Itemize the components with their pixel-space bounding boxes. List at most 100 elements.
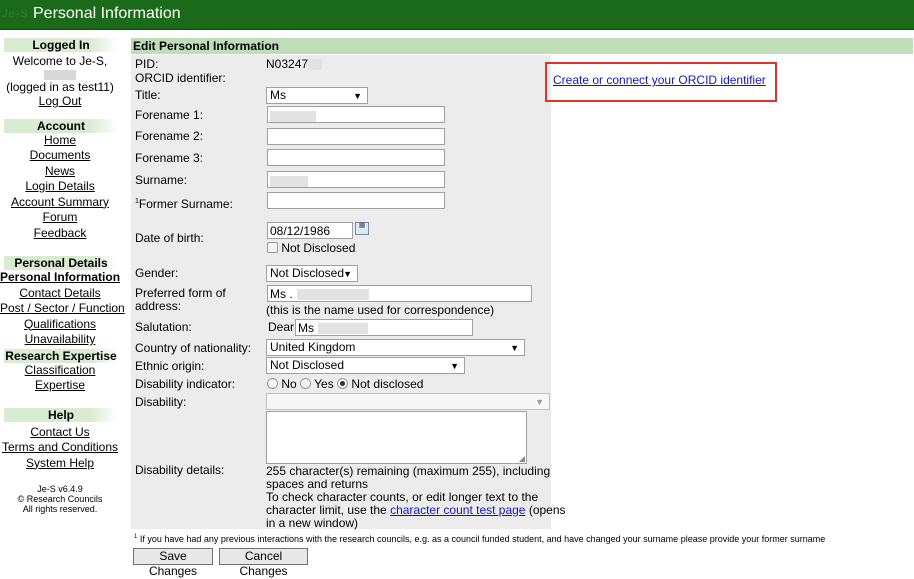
sidebar-item-documents[interactable]: Documents [0, 148, 120, 164]
resize-handle-icon[interactable]: ◢ [519, 454, 525, 463]
salutation-prefix: Dear [268, 320, 295, 334]
sidebar-item-personal-information[interactable]: Personal Information [0, 270, 120, 286]
character-count-test-link[interactable]: character count test page [390, 503, 525, 517]
dob-field-value: 08/12/1986 [270, 224, 331, 238]
sidebar-item-system-help[interactable]: System Help [0, 456, 120, 472]
disability-details-textarea[interactable]: ◢ [266, 411, 527, 464]
gender-select[interactable]: Not Disclosed ▼ [266, 265, 358, 282]
radio-not-disclosed-label: Not disclosed [351, 377, 424, 391]
help-heading: Help [4, 407, 118, 422]
disability-details-label: Disability details: [135, 463, 225, 477]
sidebar-item-home[interactable]: Home [0, 133, 120, 149]
dob-not-disclosed: Not Disclosed [267, 242, 355, 255]
edit-personal-information-heading: Edit Personal Information [131, 38, 913, 54]
surname-field[interactable] [267, 171, 445, 188]
sidebar-item-terms-and-conditions[interactable]: Terms and Conditions [0, 440, 120, 456]
nationality-select[interactable]: United Kingdom ▼ [266, 339, 525, 356]
chevron-down-icon: ▼ [450, 361, 459, 371]
sidebar-item-account-summary[interactable]: Account Summary [0, 195, 120, 211]
radio-no[interactable] [267, 378, 278, 389]
sidebar-item-contact-us[interactable]: Contact Us [0, 425, 120, 441]
radio-no-label: No [281, 377, 297, 391]
forename3-field[interactable] [267, 149, 445, 166]
chevron-down-icon: ▼ [343, 269, 352, 279]
preferred-address-field[interactable]: Ms . [267, 285, 532, 302]
ethnic-select-value: Not Disclosed [270, 358, 345, 372]
sidebar-item-qualifications[interactable]: Qualifications [0, 317, 120, 333]
redacted-salutation [318, 323, 368, 335]
address-note: (this is the name used for correspondenc… [266, 303, 495, 317]
account-heading: Account [4, 118, 118, 133]
nationality-select-value: United Kingdom [270, 340, 356, 354]
logged-as-text: (logged in as test11) [6, 80, 114, 94]
forename2-field[interactable] [267, 128, 445, 145]
forename1-field[interactable] [267, 106, 445, 123]
gender-select-value: Not Disclosed [270, 266, 345, 280]
redacted-surname [270, 175, 308, 187]
chevron-down-icon: ▼ [535, 397, 544, 407]
personal-details-heading: Personal Details [4, 256, 118, 270]
gender-label: Gender: [135, 266, 179, 280]
pid-value: N03247 [266, 57, 323, 71]
forename3-label: Forename 3: [135, 151, 204, 165]
radio-not-disclosed[interactable] [337, 378, 349, 389]
cancel-changes-button[interactable]: Cancel Changes [219, 548, 308, 578]
title-select[interactable]: Ms ▼ [266, 87, 368, 104]
salutation-value: Ms [298, 321, 314, 335]
ethnic-select[interactable]: Not Disclosed ▼ [266, 357, 465, 374]
salutation-field[interactable]: Ms [295, 319, 473, 336]
check-text-line3: in a new window) [266, 516, 359, 530]
redacted-name [44, 69, 76, 80]
sidebar-item-news[interactable]: News [0, 164, 120, 180]
sidebar-item-post-sector-function[interactable]: Post / Sector / Function [0, 301, 125, 317]
forename2-label: Forename 2: [135, 129, 204, 143]
footnote-text: If you have had any previous interaction… [139, 534, 826, 544]
radio-yes[interactable] [300, 378, 312, 389]
logout-link[interactable]: Log Out [0, 94, 120, 110]
calendar-icon[interactable]: ▦ [355, 222, 369, 235]
je-s-logo: Je-S [2, 8, 29, 20]
former-surname-label-text: Former Surname: [138, 197, 233, 211]
redacted-forename [270, 110, 316, 122]
dob-not-disclosed-checkbox[interactable] [267, 242, 278, 253]
forename1-label: Forename 1: [135, 108, 204, 122]
surname-label: Surname: [135, 173, 188, 187]
disability-indicator-label: Disability indicator: [135, 377, 236, 391]
disability-indicator-radios: No Yes Not disclosed [267, 378, 423, 391]
chevron-down-icon: ▼ [353, 91, 362, 101]
version-text: Je-S v6.4.9 [37, 484, 83, 494]
sidebar-item-expertise[interactable]: Expertise [0, 378, 120, 394]
rights-text: All rights reserved. [22, 504, 98, 514]
chevron-down-icon: ▼ [510, 343, 519, 353]
main-panel: Edit Personal Information [131, 38, 914, 54]
sidebar-item-login-details[interactable]: Login Details [0, 179, 120, 195]
radio-yes-label: Yes [314, 377, 334, 391]
disability-select[interactable]: ▼ [266, 393, 550, 410]
dob-field[interactable]: 08/12/1986 [267, 222, 353, 239]
former-surname-footnote: 1 If you have had any previous interacti… [134, 532, 825, 544]
pid-value-text: N03247 [266, 57, 309, 71]
nationality-label: Country of nationality: [135, 341, 252, 355]
orcid-highlight-box: Create or connect your ORCID identifier [545, 62, 777, 102]
orcid-connect-link[interactable]: Create or connect your ORCID identifier [553, 73, 766, 87]
save-changes-button[interactable]: Save Changes [133, 548, 213, 578]
sidebar-item-unavailability[interactable]: Unavailability [0, 332, 120, 348]
ethnic-label: Ethnic origin: [135, 359, 205, 373]
address-label-line2: address: [135, 299, 182, 313]
dob-not-disclosed-label: Not Disclosed [281, 241, 356, 255]
welcome-text: Welcome to Je-S, [12, 54, 108, 68]
former-surname-field[interactable] [267, 192, 445, 209]
sidebar: Logged In Welcome to Je-S, (logged in as… [0, 38, 125, 514]
salutation-label: Salutation: [135, 320, 192, 334]
disability-label: Disability: [135, 395, 187, 409]
dob-label: Date of birth: [135, 231, 204, 245]
copyright-text: © Research Councils [17, 494, 103, 504]
top-header-bar: Je-S Personal Information [0, 0, 914, 30]
sidebar-item-contact-details[interactable]: Contact Details [0, 286, 120, 302]
preferred-address-value: Ms . [270, 287, 293, 301]
footnote-marker: 1 [134, 534, 138, 540]
sidebar-item-forum[interactable]: Forum [0, 210, 120, 226]
sidebar-item-feedback[interactable]: Feedback [0, 226, 120, 242]
sidebar-item-classification[interactable]: Classification [0, 363, 120, 379]
title-select-value: Ms [270, 88, 286, 102]
